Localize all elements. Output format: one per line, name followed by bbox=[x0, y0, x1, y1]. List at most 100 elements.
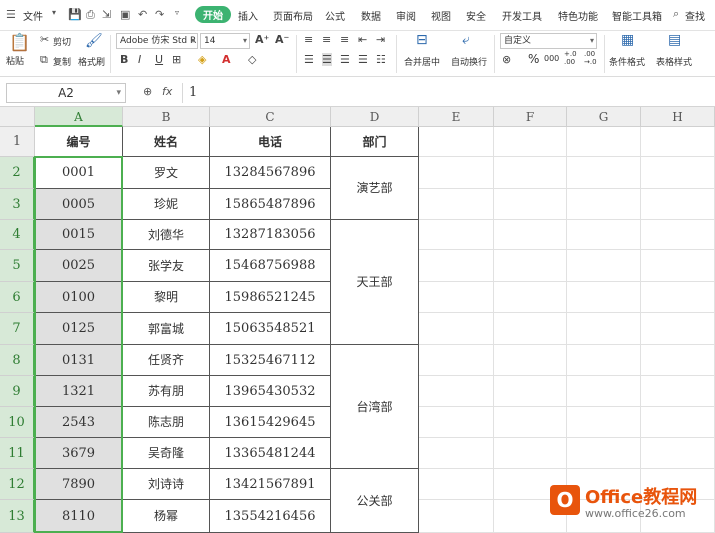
empty-cell[interactable] bbox=[419, 313, 494, 345]
empty-cell[interactable] bbox=[567, 220, 641, 250]
empty-cell[interactable] bbox=[641, 313, 715, 345]
tab-view[interactable]: 视图 bbox=[431, 8, 451, 23]
align-bottom-icon[interactable]: ≡ bbox=[340, 33, 349, 46]
empty-cell[interactable] bbox=[419, 220, 494, 250]
increase-font-icon[interactable]: A⁺ bbox=[255, 33, 269, 46]
tab-special-features[interactable]: 特色功能 bbox=[558, 8, 598, 23]
empty-cell[interactable] bbox=[641, 250, 715, 282]
tab-developer[interactable]: 开发工具 bbox=[502, 8, 542, 23]
cell-name[interactable]: 黎明 bbox=[123, 282, 210, 313]
empty-cell[interactable] bbox=[419, 438, 494, 469]
font-name-select[interactable]: Adobe 仿宋 Std R ▾ bbox=[116, 33, 198, 49]
cell-id[interactable]: 2543 bbox=[35, 407, 123, 438]
column-header-f[interactable]: F bbox=[494, 107, 567, 127]
increase-decimal-button[interactable]: +.0 .00 bbox=[564, 50, 577, 66]
row-header-9[interactable]: 9 bbox=[0, 376, 35, 407]
scissors-icon[interactable]: ✂ bbox=[40, 33, 49, 46]
empty-cell[interactable] bbox=[494, 189, 567, 220]
merge-center-icon[interactable]: ⊟ bbox=[416, 32, 428, 48]
table-style-button[interactable]: 表格样式 bbox=[656, 55, 692, 68]
empty-cell[interactable] bbox=[419, 282, 494, 313]
row-header-7[interactable]: 7 bbox=[0, 313, 35, 345]
cell-name[interactable]: 刘德华 bbox=[123, 220, 210, 250]
empty-cell[interactable] bbox=[567, 127, 641, 157]
align-center-icon[interactable]: ☰ bbox=[322, 53, 332, 66]
column-header-e[interactable]: E bbox=[419, 107, 494, 127]
column-header-c[interactable]: C bbox=[210, 107, 331, 127]
header-cell-name[interactable]: 姓名 bbox=[123, 127, 210, 157]
copy-button[interactable]: 复制 bbox=[53, 55, 71, 68]
number-format-select[interactable]: 自定义 ▾ bbox=[500, 33, 597, 49]
empty-cell[interactable] bbox=[641, 220, 715, 250]
file-menu[interactable]: 文件 bbox=[23, 8, 43, 23]
cell-phone[interactable]: 15986521245 bbox=[210, 282, 331, 313]
cell-id[interactable]: 0001 bbox=[35, 157, 123, 189]
more-icon[interactable]: ▿ bbox=[175, 8, 179, 17]
empty-cell[interactable] bbox=[494, 157, 567, 189]
row-header-1[interactable]: 1 bbox=[0, 127, 35, 157]
chevron-down-icon[interactable]: ▾ bbox=[52, 8, 56, 17]
formula-input[interactable]: 1 bbox=[182, 83, 709, 103]
cell-phone[interactable]: 13965430532 bbox=[210, 376, 331, 407]
cell-phone[interactable]: 13365481244 bbox=[210, 438, 331, 469]
cell-id[interactable]: 0015 bbox=[35, 220, 123, 250]
cell-id[interactable]: 0125 bbox=[35, 313, 123, 345]
empty-cell[interactable] bbox=[641, 376, 715, 407]
tab-smart-toolbox[interactable]: 智能工具箱 bbox=[612, 8, 662, 23]
header-cell-phone[interactable]: 电话 bbox=[210, 127, 331, 157]
empty-cell[interactable] bbox=[419, 157, 494, 189]
empty-cell[interactable] bbox=[567, 376, 641, 407]
conditional-format-button[interactable]: 条件格式 bbox=[609, 55, 645, 68]
row-header-8[interactable]: 8 bbox=[0, 345, 35, 376]
empty-cell[interactable] bbox=[567, 407, 641, 438]
cell-phone[interactable]: 15063548521 bbox=[210, 313, 331, 345]
empty-cell[interactable] bbox=[494, 250, 567, 282]
empty-cell[interactable] bbox=[494, 407, 567, 438]
cell-id[interactable]: 8110 bbox=[35, 500, 123, 533]
empty-cell[interactable] bbox=[494, 220, 567, 250]
menu-icon[interactable]: ☰ bbox=[6, 8, 16, 21]
tab-security[interactable]: 安全 bbox=[466, 8, 486, 23]
empty-cell[interactable] bbox=[567, 157, 641, 189]
empty-cell[interactable] bbox=[641, 407, 715, 438]
align-left-icon[interactable]: ☰ bbox=[304, 53, 314, 66]
name-box[interactable]: A2 ▾ bbox=[6, 83, 126, 103]
cell-id[interactable]: 0131 bbox=[35, 345, 123, 376]
row-header-13[interactable]: 13 bbox=[0, 500, 35, 533]
wrap-text-button[interactable]: 自动换行 bbox=[451, 55, 487, 68]
empty-cell[interactable] bbox=[419, 250, 494, 282]
search-icon[interactable]: ⌕ bbox=[673, 7, 679, 21]
cell-phone[interactable]: 13421567891 bbox=[210, 469, 331, 500]
department-cell[interactable]: 台湾部 bbox=[331, 345, 419, 469]
format-painter-icon[interactable]: 🖌 bbox=[85, 33, 103, 49]
empty-cell[interactable] bbox=[419, 376, 494, 407]
percent-button[interactable]: % bbox=[528, 52, 539, 66]
tab-insert[interactable]: 插入 bbox=[238, 8, 258, 23]
redo-icon[interactable]: ↷ bbox=[155, 8, 164, 21]
zoom-icon[interactable]: ⊕ bbox=[143, 85, 152, 98]
row-header-2[interactable]: 2 bbox=[0, 157, 35, 189]
wrap-text-icon[interactable]: ⤶ bbox=[462, 32, 470, 48]
empty-cell[interactable] bbox=[641, 127, 715, 157]
empty-cell[interactable] bbox=[567, 250, 641, 282]
cell-name[interactable]: 任贤齐 bbox=[123, 345, 210, 376]
save-icon[interactable]: 💾 bbox=[68, 8, 82, 21]
cell-name[interactable]: 刘诗诗 bbox=[123, 469, 210, 500]
format-painter-button[interactable]: 格式刷 bbox=[78, 55, 105, 68]
font-size-select[interactable]: 14 ▾ bbox=[200, 33, 250, 49]
conditional-format-icon[interactable]: ▦ bbox=[621, 32, 634, 48]
tab-review[interactable]: 审阅 bbox=[396, 8, 416, 23]
cell-id[interactable]: 0005 bbox=[35, 189, 123, 220]
empty-cell[interactable] bbox=[419, 500, 494, 533]
empty-cell[interactable] bbox=[494, 282, 567, 313]
header-cell-id[interactable]: 编号 bbox=[35, 127, 123, 157]
row-header-6[interactable]: 6 bbox=[0, 282, 35, 313]
row-header-10[interactable]: 10 bbox=[0, 407, 35, 438]
empty-cell[interactable] bbox=[641, 157, 715, 189]
align-right-icon[interactable]: ☰ bbox=[340, 53, 350, 66]
fx-icon[interactable]: fx bbox=[162, 85, 172, 98]
undo-icon[interactable]: ↶ bbox=[138, 8, 147, 21]
cell-name[interactable]: 陈志朋 bbox=[123, 407, 210, 438]
empty-cell[interactable] bbox=[494, 127, 567, 157]
empty-cell[interactable] bbox=[641, 189, 715, 220]
